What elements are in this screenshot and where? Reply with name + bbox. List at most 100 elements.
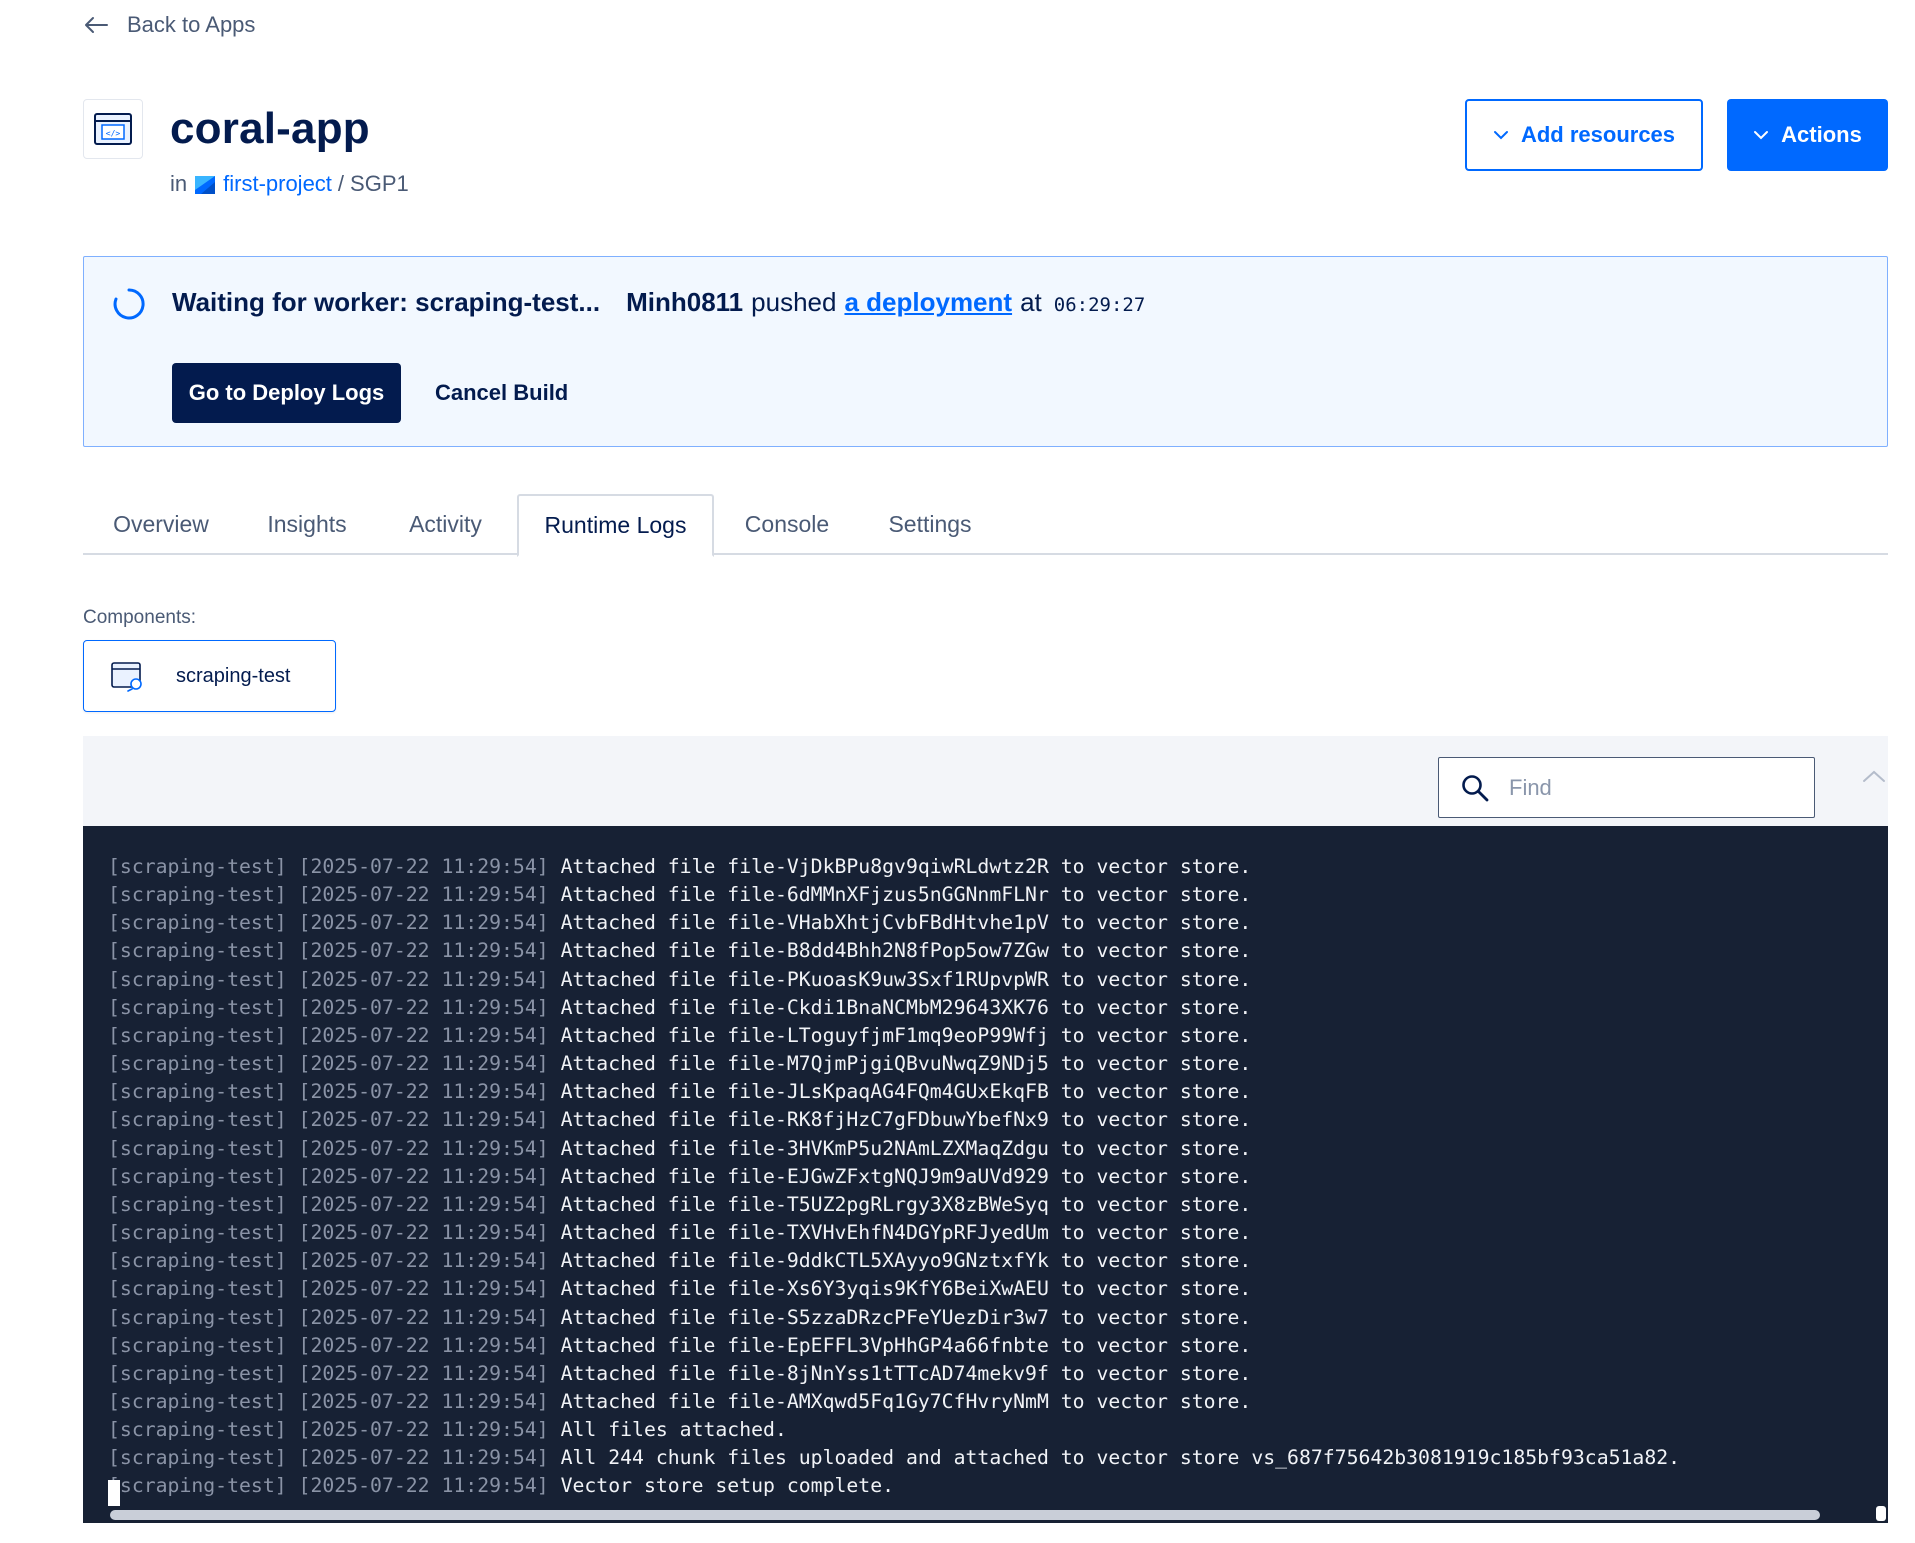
- terminal-cursor: [108, 1480, 120, 1506]
- log-line-prefix: [scraping-test] [2025-07-22 11:29:54]: [108, 1023, 549, 1047]
- log-line: [scraping-test] [2025-07-22 11:29:54] At…: [108, 1219, 1680, 1247]
- log-line-prefix: [scraping-test] [2025-07-22 11:29:54]: [108, 1192, 549, 1216]
- log-line: [scraping-test] [2025-07-22 11:29:54] Al…: [108, 1416, 1680, 1444]
- log-line-message: Attached file file-S5zzaDRzcPFeYUezDir3w…: [560, 1305, 1252, 1329]
- back-to-apps-link[interactable]: Back to Apps: [83, 12, 255, 38]
- log-line-prefix: [scraping-test] [2025-07-22 11:29:54]: [108, 1361, 549, 1385]
- add-resources-button[interactable]: Add resources: [1465, 99, 1703, 171]
- log-line-message: Attached file file-EJGwZFxtgNQJ9m9aUVd92…: [560, 1164, 1252, 1188]
- spinner-icon: [113, 288, 145, 320]
- actions-label: Actions: [1781, 122, 1862, 147]
- log-toolbar: [83, 736, 1888, 826]
- log-line-message: Vector store setup complete.: [560, 1474, 895, 1498]
- horizontal-scrollbar[interactable]: [110, 1510, 1820, 1520]
- log-line: [scraping-test] [2025-07-22 11:29:54] At…: [108, 1275, 1680, 1303]
- log-line: [scraping-test] [2025-07-22 11:29:54] At…: [108, 881, 1680, 909]
- tab-console[interactable]: Console: [714, 494, 860, 555]
- log-line: [scraping-test] [2025-07-22 11:29:54] At…: [108, 1191, 1680, 1219]
- log-line-prefix: [scraping-test] [2025-07-22 11:29:54]: [108, 995, 549, 1019]
- find-box: [1438, 757, 1815, 818]
- chevron-down-icon: [1493, 131, 1508, 140]
- log-line: [scraping-test] [2025-07-22 11:29:54] At…: [108, 1304, 1680, 1332]
- log-line-message: All files attached.: [560, 1418, 787, 1442]
- app-title: coral-app: [170, 104, 370, 153]
- log-line-prefix: [scraping-test] [2025-07-22 11:29:54]: [108, 1474, 549, 1498]
- log-line-prefix: [scraping-test] [2025-07-22 11:29:54]: [108, 1052, 549, 1076]
- in-label: in: [170, 171, 188, 196]
- path-separator: /: [337, 171, 345, 196]
- log-line-prefix: [scraping-test] [2025-07-22 11:29:54]: [108, 1333, 549, 1357]
- log-line-message: Attached file file-VjDkBPu8gv9qiwRLdwtz2…: [560, 855, 1252, 878]
- actions-button[interactable]: Actions: [1727, 99, 1888, 171]
- log-line: [scraping-test] [2025-07-22 11:29:54] At…: [108, 1163, 1680, 1191]
- log-line: [scraping-test] [2025-07-22 11:29:54] At…: [108, 853, 1680, 881]
- tab-settings[interactable]: Settings: [860, 494, 1000, 555]
- log-line-prefix: [scraping-test] [2025-07-22 11:29:54]: [108, 1221, 549, 1245]
- log-line: [scraping-test] [2025-07-22 11:29:54] At…: [108, 909, 1680, 937]
- components-label: Components:: [83, 607, 197, 628]
- project-icon: [193, 172, 217, 196]
- log-line-prefix: [scraping-test] [2025-07-22 11:29:54]: [108, 939, 549, 963]
- go-to-deploy-logs-button[interactable]: Go to Deploy Logs: [172, 363, 401, 423]
- component-card-scraping-test[interactable]: scraping-test: [83, 640, 336, 712]
- arrow-left-icon: [85, 17, 108, 33]
- tab-runtime-logs[interactable]: Runtime Logs: [517, 494, 714, 557]
- log-line-message: Attached file file-M7QjmPjgiQBvuNwqZ9NDj…: [560, 1052, 1252, 1076]
- push-time: 06:29:27: [1053, 294, 1146, 316]
- log-line: [scraping-test] [2025-07-22 11:29:54] At…: [108, 1332, 1680, 1360]
- pushed-label: pushed: [751, 287, 837, 317]
- tab-activity[interactable]: Activity: [375, 494, 516, 555]
- log-line: [scraping-test] [2025-07-22 11:29:54] At…: [108, 937, 1680, 965]
- log-line: [scraping-test] [2025-07-22 11:29:54] At…: [108, 1360, 1680, 1388]
- log-line-message: Attached file file-RK8fjHzC7gFDbuwYbefNx…: [560, 1108, 1252, 1132]
- deployment-link[interactable]: a deployment: [844, 287, 1012, 318]
- log-line-prefix: [scraping-test] [2025-07-22 11:29:54]: [108, 1080, 549, 1104]
- log-line-prefix: [scraping-test] [2025-07-22 11:29:54]: [108, 1249, 549, 1273]
- log-line-message: Attached file file-TXVHvEhfN4DGYpRFJyedU…: [560, 1221, 1252, 1245]
- log-line: [scraping-test] [2025-07-22 11:29:54] At…: [108, 994, 1680, 1022]
- log-line-prefix: [scraping-test] [2025-07-22 11:29:54]: [108, 1418, 549, 1442]
- cancel-build-button[interactable]: Cancel Build: [435, 363, 568, 423]
- region-label: SGP1: [350, 171, 409, 196]
- log-line-prefix: [scraping-test] [2025-07-22 11:29:54]: [108, 1277, 549, 1301]
- log-line-prefix: [scraping-test] [2025-07-22 11:29:54]: [108, 883, 549, 907]
- log-line: [scraping-test] [2025-07-22 11:29:54] At…: [108, 1135, 1680, 1163]
- log-line-message: Attached file file-VHabXhtjCvbFBdHtvhe1p…: [560, 911, 1252, 935]
- vertical-scrollbar-thumb[interactable]: [1876, 1506, 1886, 1521]
- log-line-prefix: [scraping-test] [2025-07-22 11:29:54]: [108, 911, 549, 935]
- find-input[interactable]: [1509, 774, 1799, 801]
- code-window-icon: </>: [83, 99, 143, 159]
- component-name: scraping-test: [176, 664, 291, 687]
- log-line: [scraping-test] [2025-07-22 11:29:54] At…: [108, 966, 1680, 994]
- log-line: [scraping-test] [2025-07-22 11:29:54] At…: [108, 1022, 1680, 1050]
- build-status-line: Waiting for worker: scraping-test... Min…: [172, 287, 1145, 318]
- tab-overview[interactable]: Overview: [83, 494, 239, 555]
- chevron-down-icon: [1754, 131, 1769, 140]
- previous-match-button[interactable]: [1860, 766, 1888, 786]
- log-line-message: Attached file file-B8dd4Bhh2N8fPop5ow7ZG…: [560, 939, 1252, 963]
- runtime-log-output[interactable]: [scraping-test] [2025-07-22 11:29:54] At…: [83, 826, 1888, 1523]
- build-status-text: Waiting for worker: scraping-test...: [172, 287, 601, 317]
- log-line-message: Attached file file-Ckdi1BnaNCMbM29643XK7…: [560, 995, 1252, 1019]
- log-line: [scraping-test] [2025-07-22 11:29:54] At…: [108, 1050, 1680, 1078]
- app-header: </> coral-app in first-project / SGP1: [83, 99, 409, 197]
- log-line: [scraping-test] [2025-07-22 11:29:54] At…: [108, 1078, 1680, 1106]
- add-resources-label: Add resources: [1520, 122, 1676, 147]
- log-line-message: Attached file file-JLsKpaqAG4FQm4GUxEkqF…: [560, 1080, 1252, 1104]
- at-label: at: [1020, 287, 1042, 317]
- tab-insights[interactable]: Insights: [239, 494, 375, 555]
- log-line-message: Attached file file-AMXqwd5Fq1Gy7CfHvryNm…: [560, 1389, 1252, 1413]
- log-line: [scraping-test] [2025-07-22 11:29:54] At…: [108, 1247, 1680, 1275]
- pushed-by-user: Minh0811: [626, 287, 744, 317]
- app-location: in first-project / SGP1: [170, 171, 409, 197]
- log-line-prefix: [scraping-test] [2025-07-22 11:29:54]: [108, 1136, 549, 1160]
- log-line-prefix: [scraping-test] [2025-07-22 11:29:54]: [108, 1108, 549, 1132]
- log-line-prefix: [scraping-test] [2025-07-22 11:29:54]: [108, 967, 549, 991]
- build-status-banner: Waiting for worker: scraping-test... Min…: [83, 256, 1888, 447]
- back-to-apps-label: Back to Apps: [127, 12, 256, 37]
- svg-text:</>: </>: [106, 129, 121, 138]
- app-tabs: Overview Insights Activity Runtime Logs …: [83, 494, 1888, 557]
- project-link[interactable]: first-project: [223, 171, 332, 197]
- log-line-message: Attached file file-EpEFFL3VpHhGP4a66fnbt…: [560, 1333, 1252, 1357]
- log-line-prefix: [scraping-test] [2025-07-22 11:29:54]: [108, 1164, 549, 1188]
